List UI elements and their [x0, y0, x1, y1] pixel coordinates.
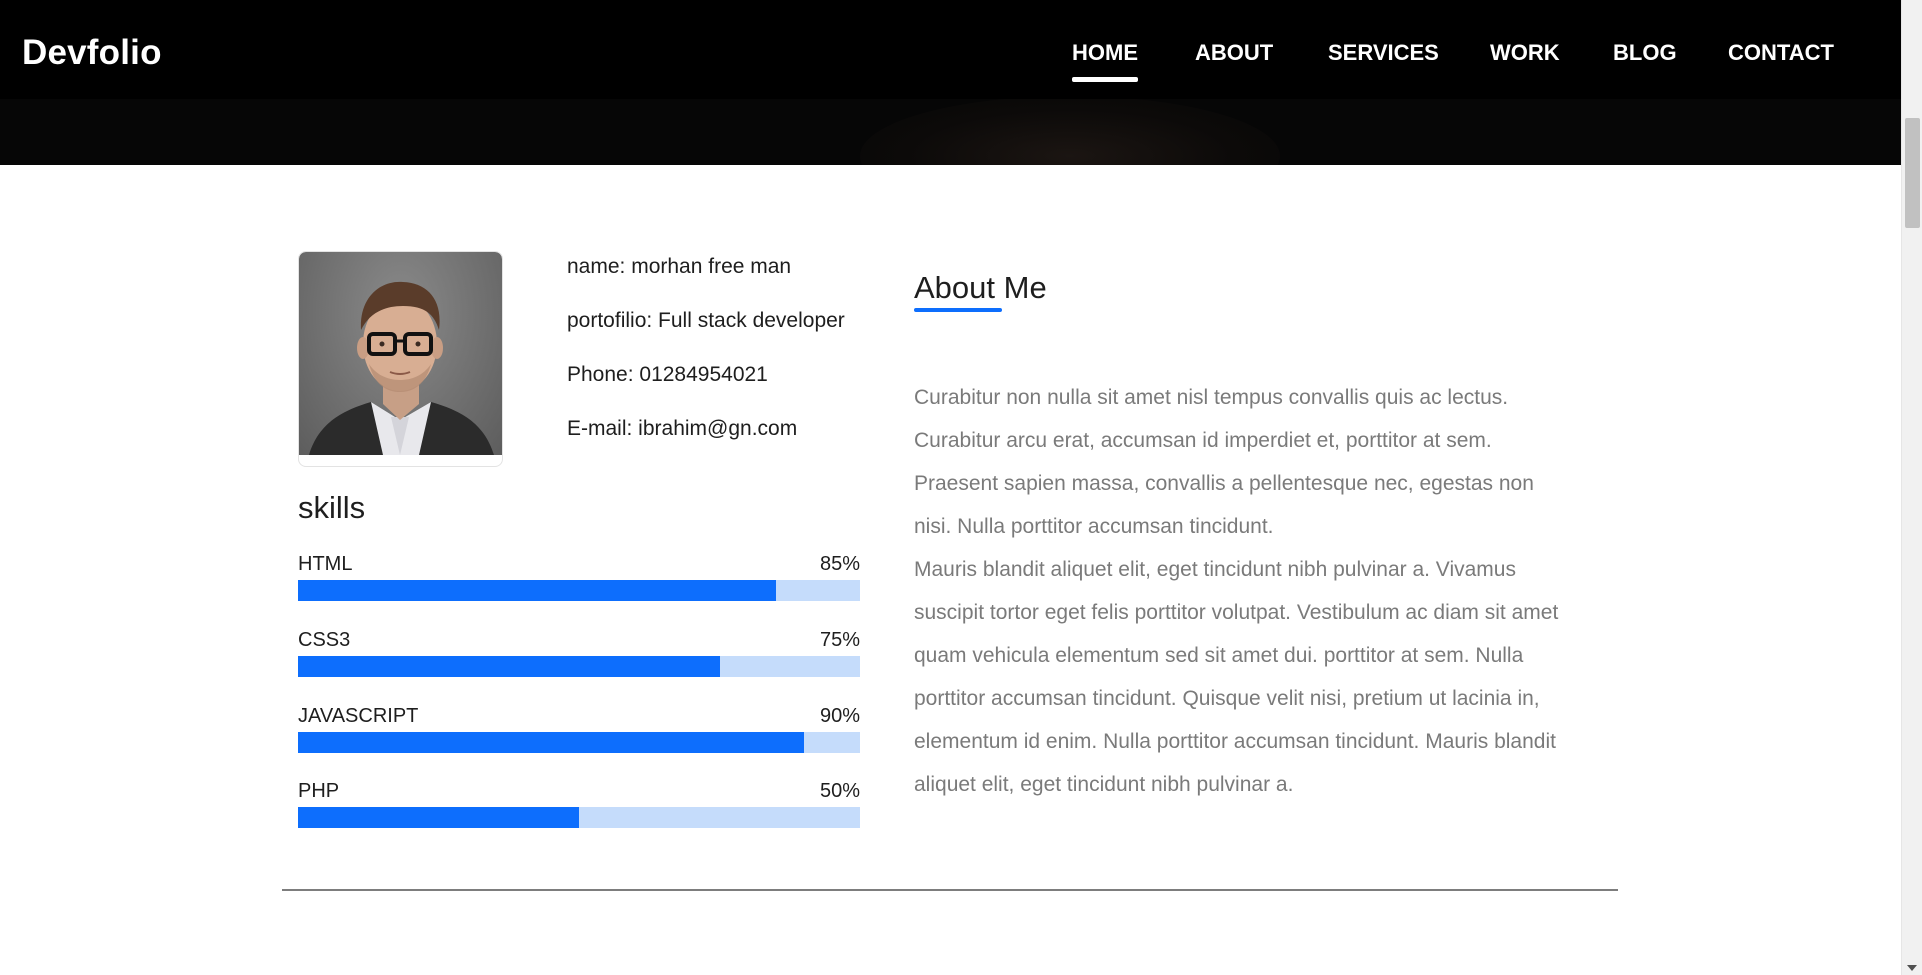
skill-progress-fill	[298, 656, 720, 677]
portrait-image	[309, 281, 494, 455]
about-title-underline	[914, 308, 1002, 312]
nav-item-work[interactable]: WORK	[1490, 40, 1560, 66]
profile-name: name: morhan free man	[567, 255, 792, 278]
skill-progress-fill	[298, 580, 776, 601]
skill-percent: 85%	[819, 553, 860, 575]
nav-item-about[interactable]: ABOUT	[1195, 40, 1273, 66]
skill-html: HTML 85%	[298, 553, 860, 609]
avatar	[299, 252, 502, 455]
skill-percent: 90%	[819, 705, 860, 727]
skill-label: HTML	[298, 553, 353, 575]
skill-progress-track	[298, 732, 860, 753]
skill-percent: 50%	[819, 780, 860, 802]
profile-info: name: morhan free man portofilio: Full s…	[567, 255, 907, 471]
skill-label: CSS3	[298, 629, 351, 651]
nav-menu: HOME ABOUT SERVICES WORK BLOG CONTACT	[0, 40, 1901, 90]
about-title: About Me	[914, 270, 1047, 305]
profile-email: E-mail: ibrahim@gn.com	[567, 417, 798, 440]
skill-progress-track	[298, 656, 860, 677]
profile-phone: Phone: 01284954021	[567, 363, 768, 386]
profile-portfolio: portofilio: Full stack developer	[567, 309, 845, 332]
about-paragraph: Mauris blandit aliquet elit, eget tincid…	[914, 558, 1559, 796]
section-divider	[282, 889, 1618, 891]
hero-image-shadow	[860, 96, 1280, 165]
scroll-down-arrow-icon[interactable]	[1907, 965, 1917, 971]
nav-item-services[interactable]: SERVICES	[1328, 40, 1439, 66]
about-text: Curabitur non nulla sit amet nisl tempus…	[914, 376, 1560, 806]
skills-title: skills	[298, 490, 366, 525]
skill-progress-track	[298, 580, 860, 601]
skill-php: PHP 50%	[298, 780, 860, 836]
scrollbar-thumb[interactable]	[1905, 118, 1920, 228]
skill-css3: CSS3 75%	[298, 629, 860, 685]
skill-progress-track	[298, 807, 860, 828]
skill-percent: 75%	[819, 629, 860, 651]
skill-label: PHP	[298, 780, 340, 802]
nav-item-home[interactable]: HOME	[1072, 40, 1138, 82]
skill-progress-fill	[298, 807, 579, 828]
navbar: Devfolio HOME ABOUT SERVICES WORK BLOG C…	[0, 0, 1901, 99]
skill-label: JAVASCRIPT	[298, 705, 419, 727]
skill-progress-fill	[298, 732, 804, 753]
nav-item-contact[interactable]: CONTACT	[1728, 40, 1834, 66]
page-scrollbar[interactable]	[1901, 0, 1922, 975]
about-paragraph: Curabitur non nulla sit amet nisl tempus…	[914, 386, 1534, 538]
skill-javascript: JAVASCRIPT 90%	[298, 705, 860, 761]
avatar-card	[298, 251, 503, 467]
nav-item-blog[interactable]: BLOG	[1613, 40, 1677, 66]
